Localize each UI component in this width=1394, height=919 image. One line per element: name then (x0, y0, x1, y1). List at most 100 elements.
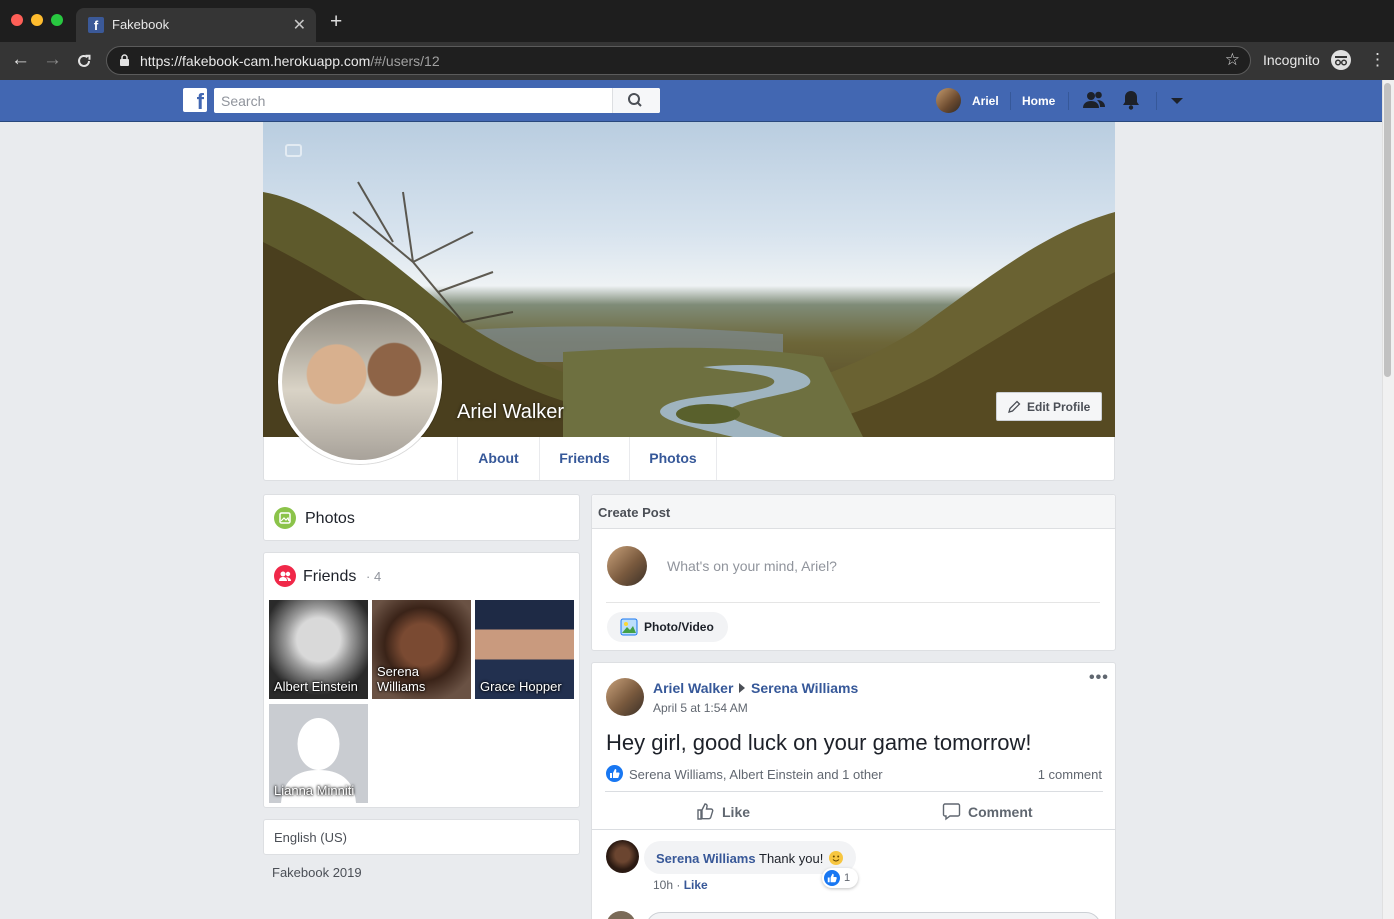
friend-name: Albert Einstein (274, 679, 358, 694)
language-card: English (US) (263, 819, 580, 855)
pencil-icon (1008, 400, 1021, 413)
back-arrow-icon[interactable]: ← (11, 50, 30, 70)
thumbs-up-icon (697, 803, 714, 820)
top-navigation-bar: f Ariel Home (0, 80, 1382, 122)
friend-tile[interactable]: Serena Williams (372, 600, 471, 699)
maximize-window-button[interactable] (51, 14, 63, 26)
comment-icon (942, 803, 961, 821)
incognito-icon[interactable] (1331, 50, 1351, 70)
write-comment-input[interactable] (646, 912, 1101, 919)
post-composer-input[interactable]: What's on your mind, Ariel? (667, 558, 837, 574)
divider (592, 829, 1115, 830)
edit-profile-label: Edit Profile (1027, 400, 1091, 414)
photos-icon (274, 507, 296, 529)
url-path: /#/users/12 (370, 53, 440, 69)
photo-video-label: Photo/Video (644, 620, 714, 634)
friend-name: Lianna Minniti (274, 783, 355, 798)
like-label: Like (722, 804, 751, 820)
like-reaction-icon (824, 870, 840, 886)
likers-summary[interactable]: Serena Williams, Albert Einstein and 1 o… (629, 767, 883, 782)
camera-icon[interactable] (285, 144, 302, 157)
incognito-label: Incognito (1263, 52, 1320, 68)
nav-avatar[interactable] (936, 88, 961, 113)
nav-divider (1010, 92, 1011, 110)
create-post-card: Create Post What's on your mind, Ariel? … (591, 494, 1116, 651)
like-reaction-icon (606, 765, 623, 782)
language-link[interactable]: English (US) (274, 830, 347, 845)
profile-picture[interactable] (278, 300, 442, 464)
photos-card[interactable]: Photos (263, 494, 580, 541)
address-bar[interactable]: https://fakebook-cam.herokuapp.com/#/use… (106, 46, 1251, 75)
post-author-link[interactable]: Ariel Walker (653, 680, 733, 696)
tab-title: Fakebook (112, 17, 170, 32)
post-text: Hey girl, good luck on your game tomorro… (606, 730, 1032, 755)
friend-tile[interactable]: Albert Einstein (269, 600, 368, 699)
nav-user-name[interactable]: Ariel (972, 94, 999, 108)
comment-like-link[interactable]: Like (684, 878, 708, 892)
edit-profile-button[interactable]: Edit Profile (996, 392, 1102, 421)
avatar[interactable] (606, 678, 644, 716)
browser-menu-icon[interactable]: ⋮ (1369, 50, 1386, 70)
divider (606, 602, 1100, 603)
friend-name: Serena Williams (377, 664, 426, 694)
scrollbar-thumb[interactable] (1384, 83, 1391, 377)
comment-reaction-count: 1 (844, 872, 851, 884)
friend-tile[interactable]: Grace Hopper (475, 600, 574, 699)
comment-time: 10h · (653, 878, 684, 892)
more-options-icon[interactable]: ••• (1089, 669, 1109, 687)
friend-requests-icon[interactable] (1083, 90, 1105, 110)
friends-icon (274, 565, 296, 587)
new-tab-icon[interactable]: + (330, 11, 342, 32)
url-text: https://fakebook-cam.herokuapp.com/#/use… (140, 53, 440, 69)
search-box (214, 88, 660, 113)
tab-photos[interactable]: Photos (629, 437, 717, 480)
browser-tab[interactable]: f Fakebook ✕ (76, 8, 316, 42)
account-menu-icon[interactable] (1171, 98, 1183, 104)
friend-tile[interactable]: Lianna Minniti (269, 704, 368, 803)
fakebook-logo[interactable]: f (183, 88, 207, 112)
tab-about[interactable]: About (457, 437, 539, 480)
smile-emoji-icon (829, 851, 843, 865)
tab-friends[interactable]: Friends (539, 437, 629, 480)
fakebook-favicon-icon: f (88, 17, 104, 33)
comment-meta: 10h · Like (653, 878, 708, 892)
nav-divider (1156, 92, 1157, 110)
friends-card: Friends · 4 Albert Einstein Serena Willi… (263, 552, 580, 808)
create-post-title: Create Post (598, 505, 671, 520)
comment-count[interactable]: 1 comment (1038, 767, 1102, 782)
forward-arrow-icon[interactable]: → (43, 50, 62, 70)
friends-count: · 4 (366, 569, 382, 584)
browser-toolbar: ← → https://fakebook-cam.herokuapp.com/#… (0, 42, 1394, 80)
comment-reactions[interactable]: 1 (822, 868, 858, 888)
browser-title-bar: f Fakebook ✕ + (0, 0, 1394, 42)
photo-video-button[interactable]: Photo/Video (607, 612, 728, 642)
post-timestamp[interactable]: April 5 at 1:54 AM (653, 701, 748, 715)
post-card: Ariel Walker Serena Williams April 5 at … (591, 662, 1116, 919)
search-icon (628, 93, 642, 107)
url-host: https://fakebook-cam.herokuapp.com (140, 53, 371, 69)
friend-name: Grace Hopper (480, 679, 562, 694)
friends-title[interactable]: Friends (303, 568, 356, 586)
comment-text: Thank you! (759, 851, 824, 866)
nav-home-link[interactable]: Home (1022, 94, 1055, 108)
reload-icon[interactable] (75, 50, 93, 75)
copyright-text: Fakebook 2019 (272, 865, 362, 880)
nav-divider (1068, 92, 1069, 110)
post-target-link[interactable]: Serena Williams (751, 680, 858, 696)
close-window-button[interactable] (11, 14, 23, 26)
photo-icon (620, 618, 638, 636)
caret-right-icon (739, 683, 745, 693)
avatar[interactable] (606, 840, 639, 873)
close-tab-icon[interactable]: ✕ (293, 15, 306, 35)
lock-icon (120, 54, 129, 66)
divider (605, 791, 1103, 792)
create-post-header: Create Post (592, 495, 1115, 529)
photos-title: Photos (305, 510, 355, 527)
notifications-icon[interactable] (1122, 90, 1140, 110)
comment-author-link[interactable]: Serena Williams (656, 851, 756, 866)
search-input[interactable] (214, 88, 612, 113)
minimize-window-button[interactable] (31, 14, 43, 26)
bookmark-star-icon[interactable]: ☆ (1225, 50, 1240, 70)
avatar (607, 546, 647, 586)
search-button[interactable] (612, 88, 660, 113)
